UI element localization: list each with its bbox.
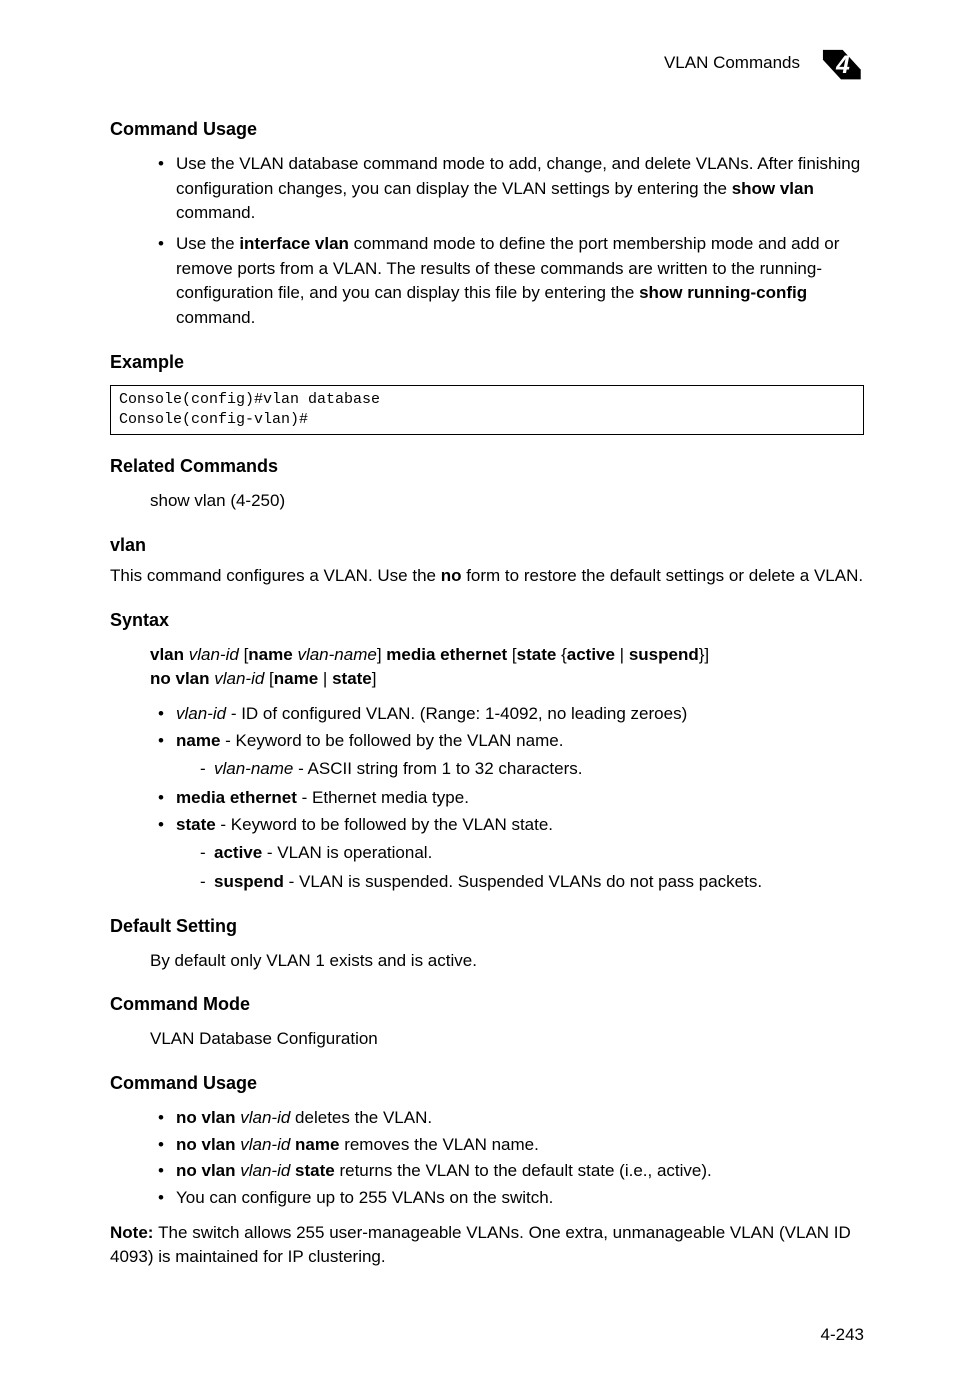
- param-name-sublist: vlan-name - ASCII string from 1 to 32 ch…: [200, 757, 864, 782]
- text: form to restore the default settings or …: [461, 566, 863, 585]
- kw: media ethernet: [176, 788, 297, 807]
- var: vlan-name: [214, 759, 293, 778]
- param-state-active: active - VLAN is operational.: [200, 841, 864, 866]
- text: command.: [176, 203, 255, 222]
- var: vlan-id: [214, 669, 264, 688]
- text: - ID of configured VLAN. (Range: 1-4092,…: [226, 704, 687, 723]
- note-block: Note: The switch allows 255 user-managea…: [110, 1221, 864, 1270]
- text: ]: [372, 669, 377, 688]
- command-usage-2-list: no vlan vlan-id deletes the VLAN. no vla…: [158, 1106, 864, 1211]
- command-mode-heading: Command Mode: [110, 991, 864, 1017]
- kw: state: [295, 1161, 335, 1180]
- text: |: [318, 669, 332, 688]
- var: vlan-id: [189, 645, 239, 664]
- kw: name: [176, 731, 220, 750]
- command-usage-2-heading: Command Usage: [110, 1070, 864, 1096]
- text: returns the VLAN to the default state (i…: [335, 1161, 712, 1180]
- param-vlan-name: vlan-name - ASCII string from 1 to 32 ch…: [200, 757, 864, 782]
- related-commands-text: show vlan (4-250): [150, 489, 864, 514]
- kw: no vlan: [176, 1161, 240, 1180]
- note-label: Note:: [110, 1223, 158, 1242]
- default-setting-heading: Default Setting: [110, 913, 864, 939]
- text: [: [239, 645, 248, 664]
- syntax-line-2: no vlan vlan-id [name | state]: [150, 667, 864, 692]
- text: [: [264, 669, 273, 688]
- kw: vlan: [150, 645, 189, 664]
- param-state: state - Keyword to be followed by the VL…: [158, 813, 864, 895]
- var: vlan-id: [240, 1135, 295, 1154]
- var: vlan-id: [176, 704, 226, 723]
- vlan-command-name: vlan: [110, 532, 864, 558]
- kw: suspend: [214, 872, 284, 891]
- param-name: name - Keyword to be followed by the VLA…: [158, 729, 864, 782]
- param-state-suspend: suspend - VLAN is suspended. Suspended V…: [200, 870, 864, 895]
- text: - ASCII string from 1 to 32 characters.: [293, 759, 582, 778]
- var: vlan-id: [240, 1108, 290, 1127]
- syntax-heading: Syntax: [110, 607, 864, 633]
- bold-interface-vlan: interface vlan: [239, 234, 349, 253]
- var: vlan-id: [240, 1161, 295, 1180]
- kw: no vlan: [176, 1108, 240, 1127]
- param-vlan-id: vlan-id - ID of configured VLAN. (Range:…: [158, 702, 864, 727]
- usage-bullet-1: Use the VLAN database command mode to ad…: [158, 152, 864, 226]
- section-title: VLAN Commands: [664, 51, 800, 76]
- kw: suspend: [629, 645, 699, 664]
- bold-show-running-config: show running-config: [639, 283, 807, 302]
- text: deletes the VLAN.: [290, 1108, 432, 1127]
- kw: name: [248, 645, 297, 664]
- page-number: 4-243: [821, 1323, 864, 1348]
- text: command.: [176, 308, 255, 327]
- syntax-params-list: vlan-id - ID of configured VLAN. (Range:…: [158, 702, 864, 894]
- chapter-number-icon: 4: [818, 40, 864, 86]
- param-state-sublist: active - VLAN is operational. suspend - …: [200, 841, 864, 894]
- kw: name: [274, 669, 318, 688]
- command-usage-list: Use the VLAN database command mode to ad…: [158, 152, 864, 330]
- var: vlan-name: [297, 645, 376, 664]
- kw: name: [295, 1135, 339, 1154]
- text: You can configure up to 255 VLANs on the…: [176, 1188, 553, 1207]
- page-header: VLAN Commands 4: [110, 40, 864, 86]
- bold-show-vlan: show vlan: [732, 179, 814, 198]
- text: ]: [377, 645, 386, 664]
- kw: state: [332, 669, 372, 688]
- text: - VLAN is operational.: [262, 843, 432, 862]
- text: This command configures a VLAN. Use the: [110, 566, 441, 585]
- text: {: [556, 645, 566, 664]
- kw: no vlan: [176, 1135, 240, 1154]
- param-media-ethernet: media ethernet - Ethernet media type.: [158, 786, 864, 811]
- kw: state: [176, 815, 216, 834]
- command-usage-heading: Command Usage: [110, 116, 864, 142]
- usage2-bullet-1: no vlan vlan-id deletes the VLAN.: [158, 1106, 864, 1131]
- text: removes the VLAN name.: [339, 1135, 538, 1154]
- syntax-lines: vlan vlan-id [name vlan-name] media ethe…: [150, 643, 864, 692]
- kw: no vlan: [150, 669, 214, 688]
- vlan-command-description: This command configures a VLAN. Use the …: [110, 564, 864, 589]
- default-setting-text: By default only VLAN 1 exists and is act…: [150, 949, 864, 974]
- usage-bullet-2: Use the interface vlan command mode to d…: [158, 232, 864, 331]
- text: - Ethernet media type.: [297, 788, 469, 807]
- usage2-bullet-4: You can configure up to 255 VLANs on the…: [158, 1186, 864, 1211]
- related-commands-heading: Related Commands: [110, 453, 864, 479]
- bold-no: no: [441, 566, 462, 585]
- command-mode-text: VLAN Database Configuration: [150, 1027, 864, 1052]
- text: |: [615, 645, 629, 664]
- text: }]: [699, 645, 709, 664]
- syntax-line-1: vlan vlan-id [name vlan-name] media ethe…: [150, 643, 864, 668]
- usage2-bullet-3: no vlan vlan-id state returns the VLAN t…: [158, 1159, 864, 1184]
- text: [: [507, 645, 516, 664]
- text: - Keyword to be followed by the VLAN nam…: [220, 731, 563, 750]
- text: - VLAN is suspended. Suspended VLANs do …: [284, 872, 762, 891]
- kw: media ethernet: [386, 645, 507, 664]
- kw: active: [567, 645, 615, 664]
- kw: state: [517, 645, 557, 664]
- chapter-number-text: 4: [835, 52, 850, 79]
- example-heading: Example: [110, 349, 864, 375]
- text: Use the: [176, 234, 239, 253]
- kw: active: [214, 843, 262, 862]
- example-code: Console(config)#vlan database Console(co…: [110, 385, 864, 436]
- text: - Keyword to be followed by the VLAN sta…: [216, 815, 553, 834]
- usage2-bullet-2: no vlan vlan-id name removes the VLAN na…: [158, 1133, 864, 1158]
- note-text: The switch allows 255 user-manageable VL…: [110, 1223, 851, 1267]
